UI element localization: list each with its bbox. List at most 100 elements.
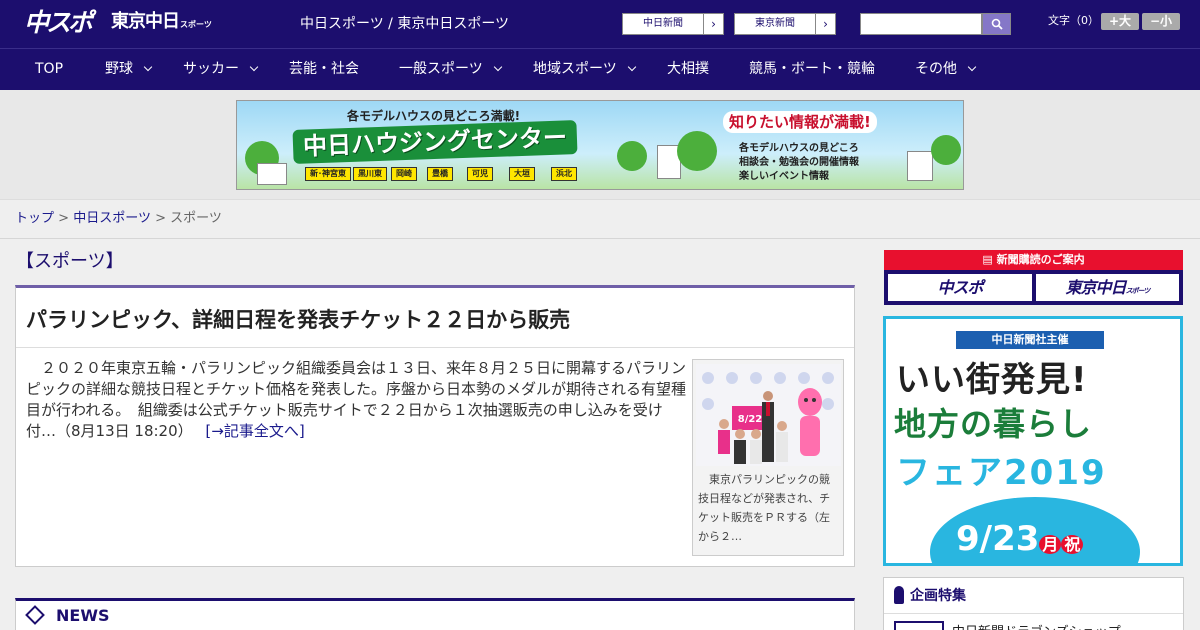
- tree-decoration: [617, 141, 647, 171]
- article-body-text: ２０２０年東京五輪・パラリンピック組織委員会は１３日、来年８月２５日に開幕するパ…: [26, 359, 687, 440]
- news-icon: [25, 605, 45, 625]
- banner-location: 大垣: [509, 167, 535, 181]
- fair-date-text: 9/23: [956, 519, 1040, 559]
- tokyo-shimbun-label: 東京新聞: [755, 18, 795, 29]
- banner-subtitle: 各モデルハウスの見どころ満載!: [347, 109, 521, 123]
- breadcrumb-current: スポーツ: [170, 211, 222, 226]
- tree-decoration: [677, 131, 717, 171]
- site-title: 中日スポーツ / 東京中日スポーツ: [300, 16, 510, 32]
- article-card: パラリンピック、詳細日程を発表チケット２２日から販売 ２０２０年東京五輪・パラリ…: [15, 285, 855, 567]
- banner-title: 中日ハウジングセンター: [292, 120, 578, 164]
- subscribe-chuspo-button[interactable]: 中スポ: [888, 274, 1032, 301]
- breadcrumb-separator: >: [58, 211, 70, 226]
- newspaper-icon: ▤: [982, 253, 997, 266]
- chevron-down-icon: [143, 62, 153, 72]
- chevron-right-icon: ›: [703, 14, 723, 34]
- section-title: 【スポーツ】: [16, 250, 126, 288]
- housing-center-banner[interactable]: 各モデルハウスの見どころ満載! 中日ハウジングセンター 新･神宮東 黒川東 岡崎…: [236, 100, 964, 190]
- tokyo-logo-text: 東京中日: [111, 11, 180, 32]
- main-nav: TOP 野球 サッカー 芸能・社会 一般スポーツ 地域スポーツ 大相撲 競馬・ボ…: [0, 48, 1200, 90]
- chevron-right-icon: ›: [815, 14, 835, 34]
- search-icon: [991, 18, 1003, 30]
- photo-illustration: 8/22: [696, 364, 841, 466]
- local-life-fair-banner[interactable]: 中日新聞社主催 いい街発見! 地方の暮らし フェア2019 9/23 月祝: [883, 316, 1183, 566]
- chuspo-logo[interactable]: 中スポ: [24, 8, 93, 38]
- nav-item-top[interactable]: TOP: [35, 49, 63, 90]
- feature-item-label: 中日新聞ドラゴンズショップ: [952, 621, 1121, 630]
- chevron-down-icon: [249, 62, 259, 72]
- nav-item-entertainment[interactable]: 芸能・社会: [289, 49, 359, 90]
- house-decoration: [257, 163, 287, 185]
- subscribe-tokyo-sub: スポーツ: [1125, 287, 1151, 295]
- news-heading: NEWS: [56, 606, 110, 625]
- feature-thumbnail: [894, 621, 944, 630]
- chevron-down-icon: [627, 62, 636, 72]
- subscribe-tokyo-label: 東京中日: [1065, 278, 1127, 297]
- nav-label: 競馬・ボート・競輪: [749, 61, 875, 77]
- nav-label: 大相撲: [667, 61, 709, 77]
- header-bar: 中スポ 東京中日スポーツ 中日スポーツ / 東京中日スポーツ 中日新聞 › 東京…: [0, 0, 1200, 48]
- banner-location: 可児: [467, 167, 493, 181]
- banner-location: 豊橋: [427, 167, 453, 181]
- tree-decoration: [931, 135, 961, 165]
- feature-item-link[interactable]: 中日新聞ドラゴンズショップ: [894, 621, 1121, 630]
- nav-item-other[interactable]: その他: [915, 49, 977, 90]
- nav-item-general-sports[interactable]: 一般スポーツ: [399, 49, 502, 90]
- nav-label: サッカー: [183, 61, 239, 77]
- nav-label: TOP: [35, 61, 64, 77]
- breadcrumb-top-link[interactable]: トップ: [15, 211, 54, 226]
- fair-headline: 地方の暮らし: [894, 405, 1093, 443]
- divider: [0, 238, 1200, 239]
- banner-right-title: 知りたい情報が満載!: [723, 111, 877, 133]
- chevron-down-icon: [493, 62, 502, 72]
- font-larger-button[interactable]: +大: [1101, 13, 1139, 30]
- chunichi-shimbun-button[interactable]: 中日新聞 ›: [622, 13, 724, 35]
- feature-heading-text: 企画特集: [910, 588, 966, 604]
- article-title[interactable]: パラリンピック、詳細日程を発表チケット２２日から販売: [26, 306, 570, 334]
- nav-label: 野球: [105, 61, 133, 77]
- photo-caption: 東京パラリンピックの競技日程などが発表され、チケット販売をＰＲする（左から２…: [698, 473, 831, 543]
- fair-headline: いい街発見!: [896, 360, 1088, 400]
- subscription-heading-text: 新聞購読のご案内: [996, 253, 1085, 266]
- subscription-box: ▤ 新聞購読のご案内 中スポ 東京中日スポーツ: [884, 250, 1183, 305]
- banner-location: 新･神宮東: [305, 167, 351, 181]
- nav-label: 一般スポーツ: [399, 61, 483, 77]
- nav-item-local-sports[interactable]: 地域スポーツ: [533, 49, 636, 90]
- search-input[interactable]: [860, 13, 982, 35]
- fair-date: 9/23 月祝: [956, 517, 1084, 563]
- breadcrumb-separator: >: [155, 211, 166, 226]
- read-more-link[interactable]: [→記事全文へ]: [205, 422, 304, 440]
- font-size-label: 文字（0）: [1048, 14, 1099, 27]
- banner-location: 浜北: [551, 167, 577, 181]
- nav-item-racing[interactable]: 競馬・ボート・競輪: [749, 49, 875, 90]
- banner-location: 黒川東: [353, 167, 387, 181]
- search-button[interactable]: [982, 13, 1011, 35]
- ribbon-icon: [894, 586, 904, 604]
- breadcrumb-chunichi-link[interactable]: 中日スポーツ: [73, 211, 151, 226]
- fair-date-holiday: 祝: [1061, 535, 1084, 554]
- nav-item-baseball[interactable]: 野球: [105, 49, 153, 90]
- article-photo[interactable]: 8/22: [696, 364, 841, 466]
- chunichi-shimbun-label: 中日新聞: [643, 18, 683, 29]
- chevron-down-icon: [967, 62, 977, 72]
- nav-item-sumo[interactable]: 大相撲: [667, 49, 709, 90]
- nav-item-soccer[interactable]: サッカー: [183, 49, 259, 90]
- font-smaller-button[interactable]: −小: [1142, 13, 1180, 30]
- article-summary: ２０２０年東京五輪・パラリンピック組織委員会は１３日、来年８月２５日に開幕するパ…: [26, 358, 686, 442]
- banner-info-item: 各モデルハウスの見どころ: [739, 143, 859, 154]
- tokyo-logo-sub: スポーツ: [180, 20, 212, 29]
- fair-date-day: 月: [1039, 535, 1062, 554]
- breadcrumb: トップ > 中日スポーツ > スポーツ: [15, 210, 222, 228]
- feature-section: 企画特集 中日新聞ドラゴンズショップ: [883, 577, 1184, 630]
- fair-organizer-badge: 中日新聞社主催: [956, 331, 1104, 349]
- tokyo-chunichi-logo[interactable]: 東京中日スポーツ: [111, 10, 212, 37]
- subscription-heading: ▤ 新聞購読のご案内: [884, 250, 1183, 270]
- subscribe-tokyo-chunichi-button[interactable]: 東京中日スポーツ: [1036, 274, 1179, 301]
- nav-label: その他: [915, 61, 957, 77]
- tokyo-shimbun-button[interactable]: 東京新聞 ›: [734, 13, 836, 35]
- article-photo-box: 8/22 東京パラリンピックの競技日程などが発表され、チケット販売をＰＲする（左…: [692, 359, 844, 556]
- banner-info-item: 楽しいイベント情報: [739, 171, 829, 182]
- banner-info-item: 相談会・勉強会の開催情報: [739, 157, 859, 168]
- divider: [16, 347, 854, 348]
- nav-label: 地域スポーツ: [533, 61, 617, 77]
